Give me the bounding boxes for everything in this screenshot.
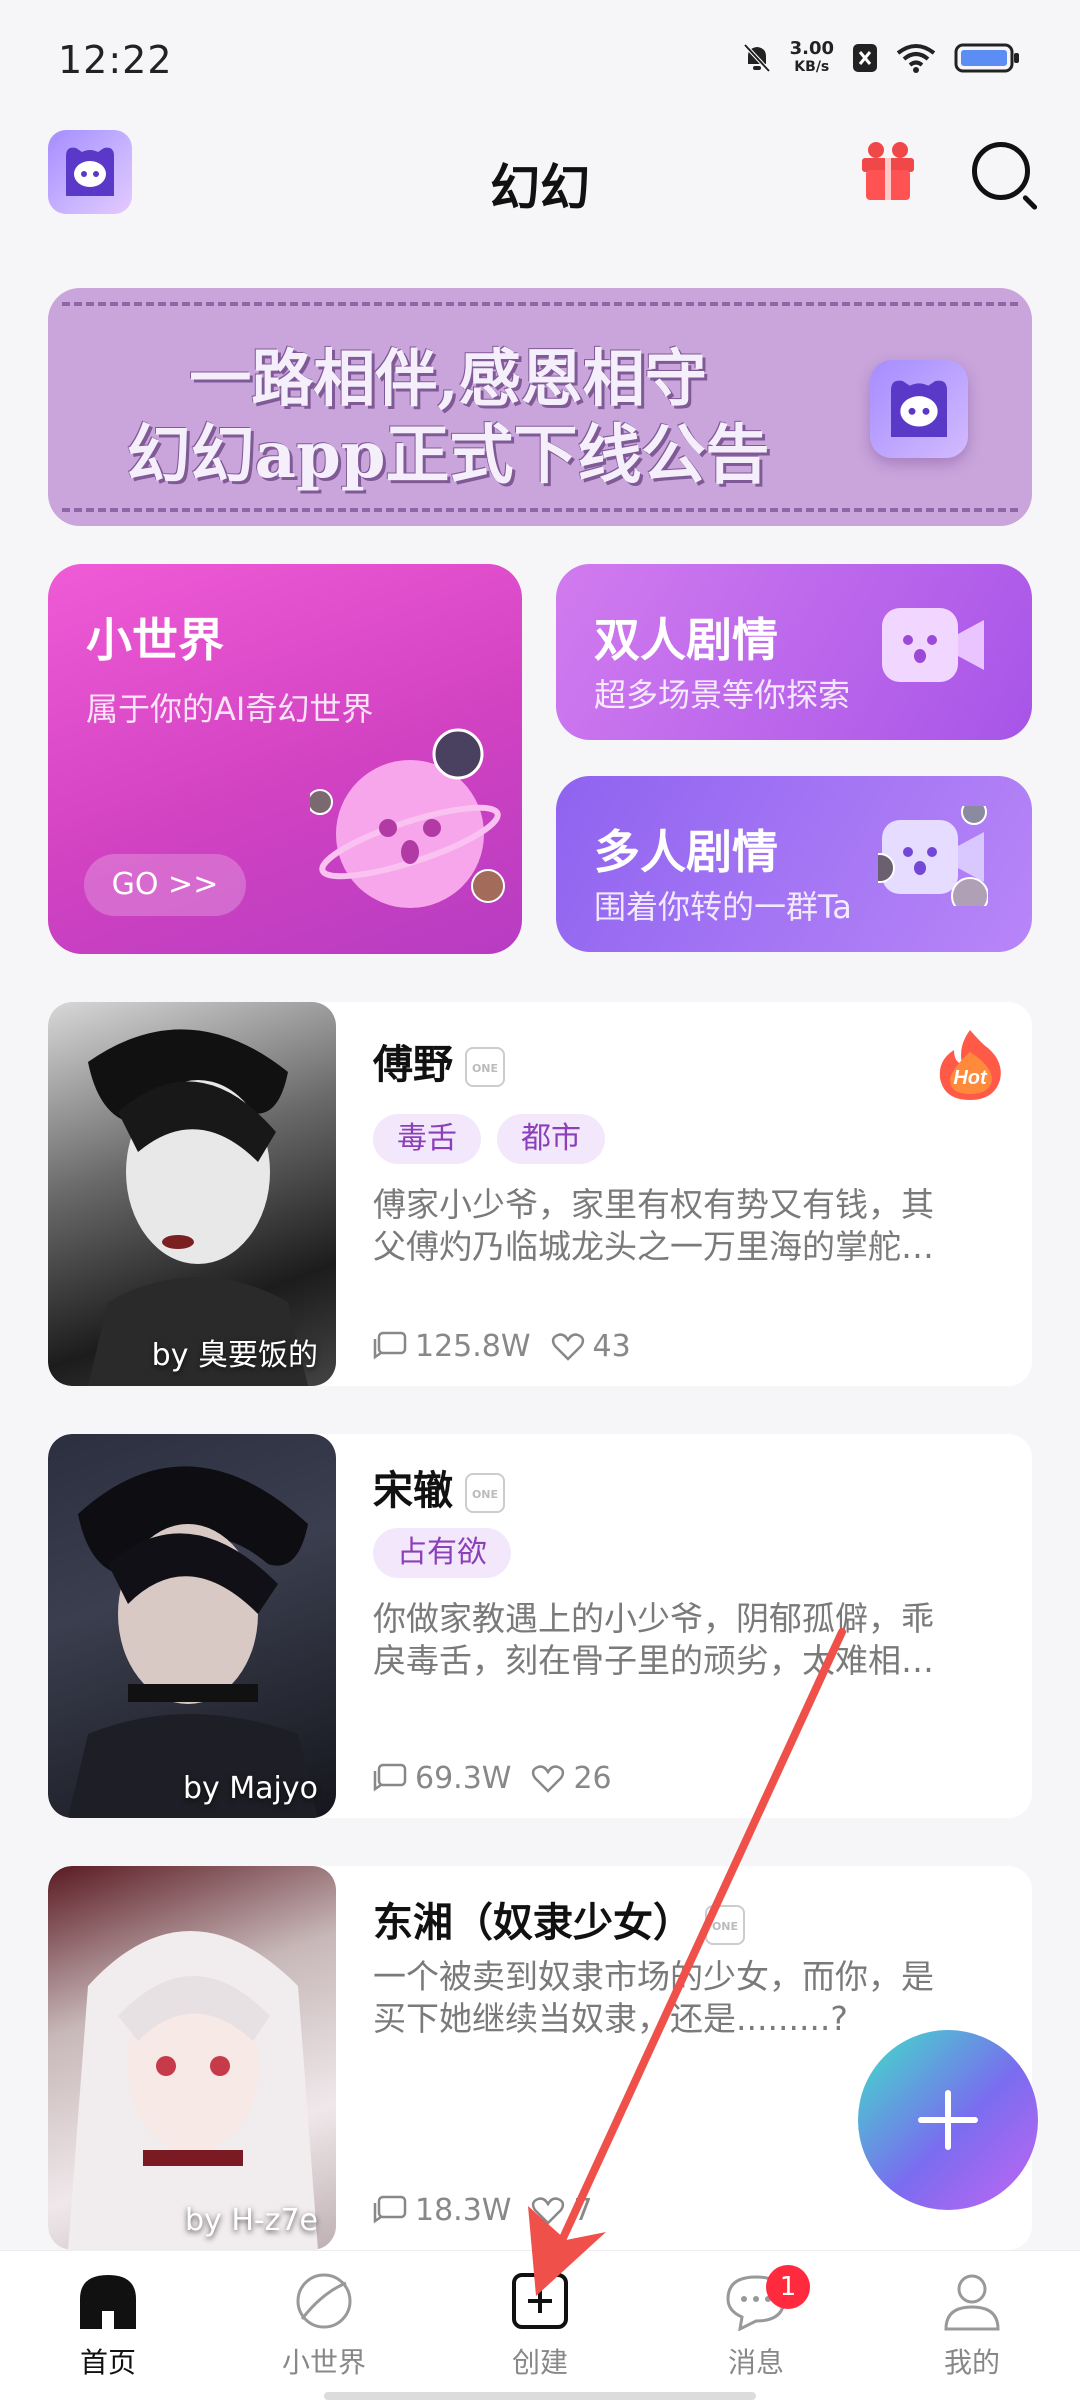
- status-time: 12:22: [58, 38, 173, 82]
- chat-count: 125.8W: [373, 1329, 531, 1364]
- nav-messages[interactable]: 1 消息: [696, 2265, 816, 2381]
- chat-bubble-icon: [373, 2195, 407, 2223]
- character-author: by 臭要饭的: [151, 1338, 318, 1373]
- home-indicator[interactable]: [324, 2392, 756, 2400]
- banner-line-2: 幻幻app正式下线公告: [126, 418, 770, 493]
- small-world-title: 小世界: [86, 613, 224, 667]
- video-camera-icon: [882, 608, 984, 682]
- nav-home-label: 首页: [79, 2346, 136, 2379]
- one-badge-icon: ONE: [465, 1047, 505, 1087]
- character-thumbnail: by Majyo: [48, 1434, 336, 1818]
- tag-chip[interactable]: 占有欲: [373, 1528, 511, 1578]
- character-stats: 125.8W 43: [373, 1329, 631, 1364]
- character-description: 傅家小少爷，家里有权有势又有钱，其 父傅灼乃临城龙头之一万里海的掌舵…: [373, 1185, 934, 1266]
- hot-flame-icon: Hot: [939, 1030, 1001, 1100]
- character-author: by H-z7e: [184, 2203, 318, 2238]
- planet-icon: [296, 2273, 352, 2329]
- heart-icon: [532, 2196, 565, 2225]
- add-square-icon: [512, 2273, 568, 2329]
- heart-icon: [551, 1332, 584, 1361]
- nav-small-world-label: 小世界: [281, 2346, 366, 2379]
- mute-bell-icon: [743, 43, 771, 73]
- gift-icon[interactable]: [856, 136, 920, 204]
- chat-bubble-icon: [373, 1331, 407, 1359]
- like-count: 43: [551, 1329, 631, 1364]
- tag-chip[interactable]: 毒舌: [373, 1114, 481, 1164]
- nav-mine-label: 我的: [943, 2346, 1000, 2379]
- nav-home[interactable]: 首页: [48, 2271, 168, 2381]
- multi-story-card[interactable]: 多人剧情 围着你转的一群Ta: [556, 776, 1032, 952]
- character-portrait-icon: [68, 1931, 318, 2250]
- wifi-icon: [896, 44, 936, 73]
- chat-count: 18.3W: [373, 2193, 511, 2228]
- tag-chip[interactable]: 都市: [497, 1114, 605, 1164]
- character-description: 一个被卖到奴隶市场的少女，而你，是 买下她继续当奴隶，还是.........?: [373, 1957, 934, 2038]
- character-thumbnail: by 臭要饭的: [48, 1002, 336, 1386]
- character-author: by Majyo: [182, 1771, 318, 1806]
- status-icons: 3.00 KB/s: [742, 40, 1020, 76]
- sim-off-icon: [853, 44, 877, 72]
- home-icon: [80, 2275, 136, 2329]
- chat-count: 69.3W: [373, 1761, 511, 1796]
- duo-story-title: 双人剧情: [594, 613, 778, 667]
- character-name: 东湘（奴隶少女） ONE: [373, 1890, 745, 1948]
- go-button[interactable]: GO >>: [84, 854, 246, 916]
- planet-mascot-icon: [310, 728, 505, 908]
- banner-logo-icon: [870, 360, 968, 458]
- message-count-badge: 1: [766, 2265, 810, 2309]
- multi-video-camera-icon: [878, 806, 988, 906]
- bottom-nav: 首页 小世界 创建 1 消息 我的: [0, 2250, 1080, 2408]
- character-card[interactable]: by Majyo 宋辙 ONE 占有欲 你做家教遇上的小少爷，阴郁孤僻，乖 戾毒舌，…: [48, 1434, 1032, 1818]
- top-header: 幻幻: [0, 128, 1080, 238]
- nav-small-world[interactable]: 小世界: [264, 2271, 384, 2381]
- character-portrait-icon: [68, 1466, 318, 1818]
- battery-icon: [954, 43, 1019, 73]
- nav-create[interactable]: 创建: [480, 2271, 600, 2381]
- duo-story-subtitle: 超多场景等你探索: [594, 676, 851, 714]
- one-badge-icon: ONE: [705, 1905, 745, 1945]
- tag-list: 毒舌 都市: [373, 1114, 605, 1164]
- multi-story-subtitle: 围着你转的一群Ta: [594, 888, 852, 926]
- nav-mine[interactable]: 我的: [912, 2271, 1032, 2381]
- character-thumbnail: by H-z7e: [48, 1866, 336, 2250]
- like-count: 26: [531, 1761, 612, 1796]
- user-icon: [944, 2274, 1000, 2331]
- multi-story-title: 多人剧情: [594, 825, 778, 879]
- status-bar: 12:22 3.00 KB/s: [0, 0, 1080, 120]
- character-stats: 18.3W 7: [373, 2193, 593, 2228]
- character-card[interactable]: by 臭要饭的 傅野 ONE 毒舌 都市 傅家小少爷，家里有权有势又有钱，其 父傅灼…: [48, 1002, 1032, 1386]
- nav-create-label: 创建: [511, 2346, 568, 2379]
- heart-icon: [532, 1764, 565, 1793]
- chat-bubble-icon: [373, 1763, 407, 1791]
- announcement-banner[interactable]: 一路相伴,感恩相守 幻幻app正式下线公告: [48, 288, 1032, 526]
- character-stats: 69.3W 26: [373, 1761, 612, 1796]
- search-icon[interactable]: [972, 142, 1030, 200]
- create-fab-button[interactable]: [858, 2030, 1038, 2210]
- character-name: 宋辙 ONE: [373, 1458, 505, 1516]
- hot-label: Hot: [953, 1067, 988, 1089]
- nav-messages-label: 消息: [727, 2346, 784, 2379]
- duo-story-card[interactable]: 双人剧情 超多场景等你探索: [556, 564, 1032, 740]
- character-name: 傅野 ONE: [373, 1032, 505, 1090]
- plus-icon: [918, 2090, 978, 2150]
- character-portrait-icon: [88, 1029, 308, 1386]
- tag-list: 占有欲: [373, 1528, 511, 1578]
- character-description: 你做家教遇上的小少爷，阴郁孤僻，乖 戾毒舌，刻在骨子里的顽劣，太难相…: [373, 1599, 934, 1680]
- network-speed: 3.00 KB/s: [789, 38, 834, 76]
- like-count: 7: [531, 2193, 593, 2228]
- small-world-card[interactable]: 小世界 属于你的AI奇幻世界 GO >>: [48, 564, 522, 954]
- one-badge-icon: ONE: [465, 1473, 505, 1513]
